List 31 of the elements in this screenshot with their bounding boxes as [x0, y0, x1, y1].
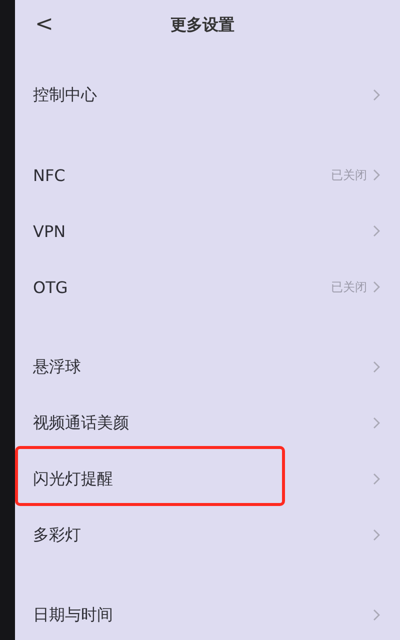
setting-label: 日期与时间: [33, 604, 114, 626]
chevron-right-icon: [373, 609, 380, 621]
settings-row[interactable]: 闪光灯提醒: [15, 451, 400, 507]
setting-label: OTG: [33, 278, 69, 296]
settings-row[interactable]: 悬浮球: [15, 339, 400, 395]
page-title: 更多设置: [170, 14, 234, 36]
chevron-right-icon: [373, 281, 380, 293]
chevron-right-icon: [373, 361, 380, 373]
chevron-right-icon: [373, 169, 380, 181]
setting-label: NFC: [33, 166, 66, 184]
setting-value: 已关闭: [331, 278, 367, 296]
settings-row[interactable]: NFC 已关闭: [15, 147, 400, 203]
settings-row[interactable]: OTG 已关闭: [15, 259, 400, 315]
settings-row[interactable]: VPN: [15, 203, 400, 259]
setting-label: 控制中心: [33, 84, 98, 106]
back-button[interactable]: <: [15, 0, 54, 50]
chevron-right-icon: [373, 529, 380, 541]
setting-value: 已关闭: [331, 166, 367, 184]
chevron-right-icon: [373, 225, 380, 237]
chevron-right-icon: [373, 89, 380, 101]
settings-row[interactable]: 多彩灯: [15, 507, 400, 563]
setting-label: 多彩灯: [33, 524, 82, 546]
setting-label: VPN: [33, 222, 67, 240]
setting-label: 悬浮球: [33, 356, 82, 378]
chevron-right-icon: [373, 417, 380, 429]
settings-row[interactable]: 日期与时间: [15, 587, 400, 640]
settings-row[interactable]: 控制中心: [15, 67, 400, 123]
chevron-right-icon: [373, 473, 380, 485]
setting-label: 视频通话美颜: [33, 412, 130, 434]
settings-row[interactable]: 视频通话美颜: [15, 395, 400, 451]
setting-label: 闪光灯提醒: [33, 468, 114, 490]
